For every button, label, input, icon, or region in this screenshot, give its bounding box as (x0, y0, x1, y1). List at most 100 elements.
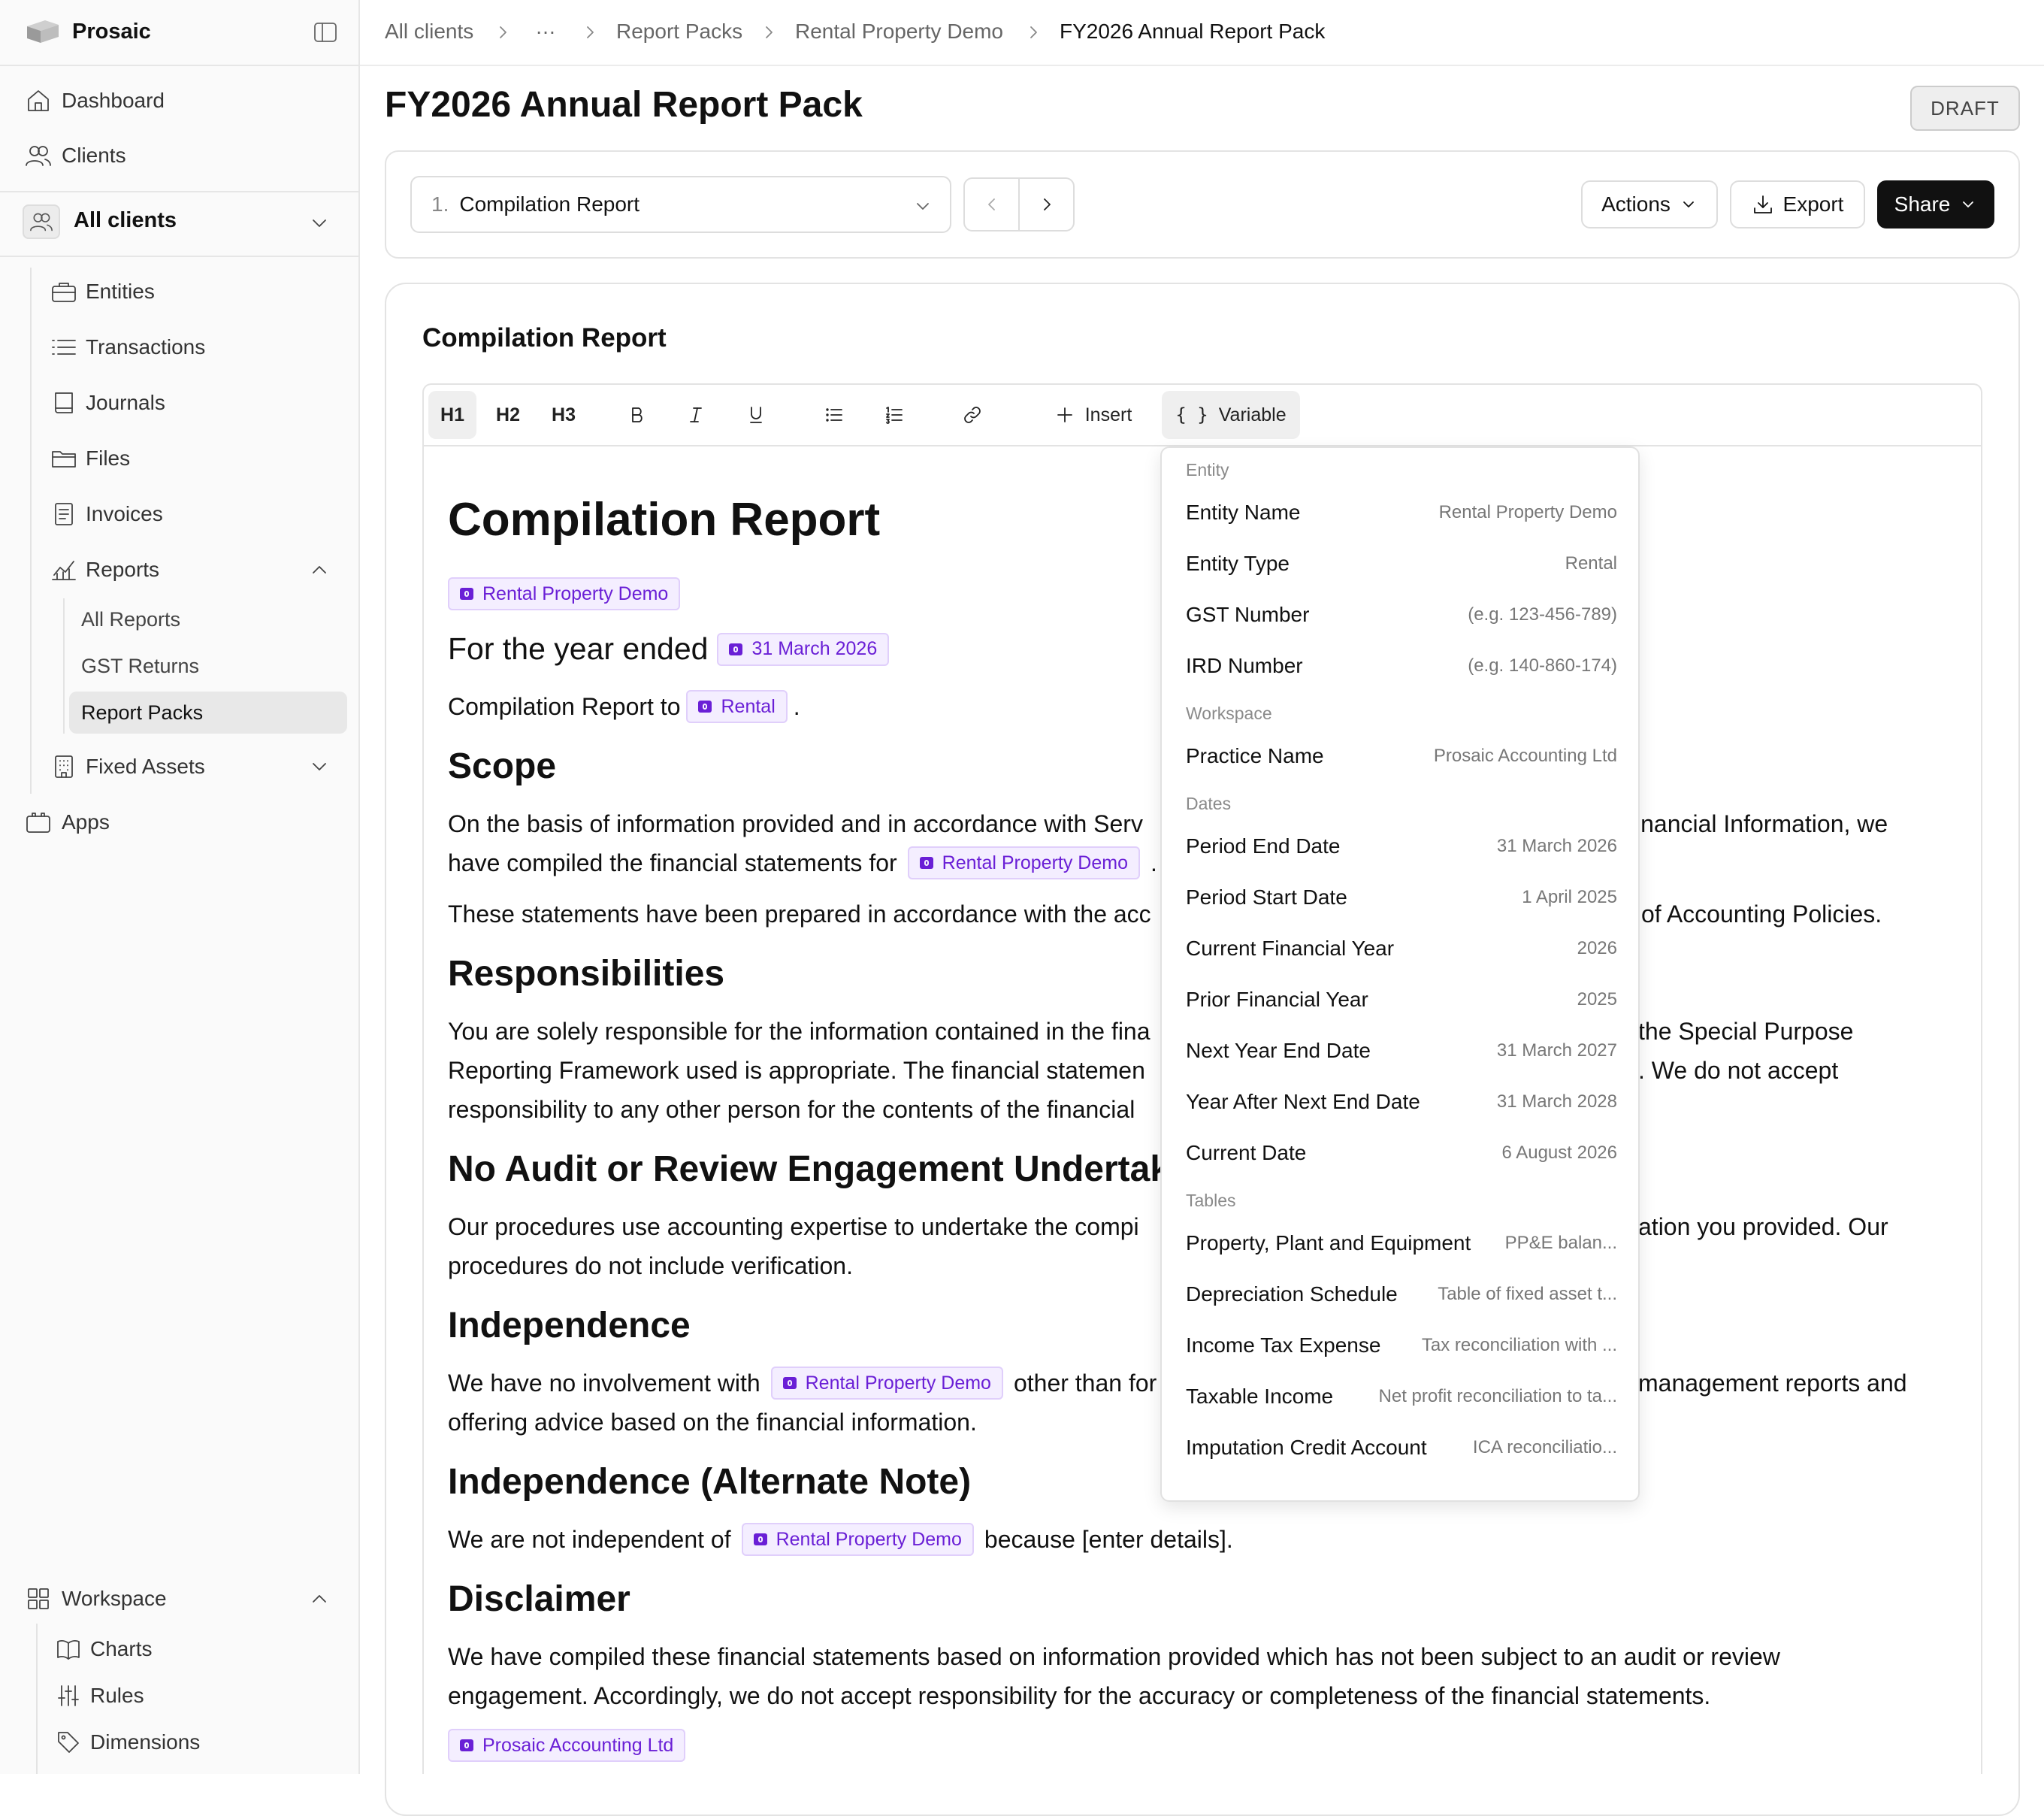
nav-fixed-assets[interactable]: Fixed Assets (50, 750, 205, 783)
variable-button[interactable]: { } Variable (1162, 391, 1300, 439)
breadcrumb-entity[interactable]: Rental Property Demo (795, 20, 1003, 44)
variable-option[interactable]: Practice Name Prosaic Accounting Ltd (1186, 737, 1617, 776)
nav-rules[interactable]: Rules (54, 1679, 144, 1712)
variable-icon (729, 643, 743, 655)
variable-option[interactable]: Entity Type Rental (1186, 544, 1617, 583)
bullet-list-icon (824, 404, 845, 425)
page-title: FY2026 Annual Report Pack (385, 85, 863, 125)
variable-option[interactable]: Taxable Income Net profit reconciliation … (1186, 1377, 1617, 1416)
chevron-right-icon (1036, 194, 1057, 215)
variable-option-value: (e.g. 123-456-789) (1468, 604, 1617, 625)
variable-option[interactable]: Year After Next End Date 31 March 2028 (1186, 1082, 1617, 1121)
nav-report-packs[interactable]: Report Packs (69, 692, 347, 734)
link-button[interactable] (951, 391, 993, 439)
nav-dimensions[interactable]: Dimensions (54, 1726, 200, 1759)
bullet-list-button[interactable] (813, 391, 855, 439)
share-button[interactable]: Share (1877, 180, 1994, 229)
nav-all-reports[interactable]: All Reports (69, 598, 347, 640)
breadcrumb-all-clients[interactable]: All clients (385, 20, 473, 44)
variable-option[interactable]: Prior Financial Year 2025 (1186, 980, 1617, 1019)
variable-group-heading: Dates (1186, 794, 1232, 813)
client-selector[interactable]: All clients (74, 208, 177, 233)
numbered-list-icon (884, 404, 905, 425)
variable-option[interactable]: IRD Number (e.g. 140-860-174) (1186, 646, 1617, 686)
next-report-button[interactable] (1020, 179, 1073, 230)
tag-icon (54, 1728, 83, 1757)
users-icon (24, 141, 53, 170)
variable-chip[interactable]: Rental Property Demo (741, 1523, 974, 1556)
variable-option-label: Entity Type (1186, 552, 1290, 575)
actions-button[interactable]: Actions (1581, 180, 1718, 229)
numbered-list-button[interactable] (873, 391, 915, 439)
breadcrumb-ellipsis[interactable]: … (535, 15, 556, 39)
variable-option[interactable]: Income Tax Expense Tax reconciliation wit… (1186, 1326, 1617, 1365)
variable-icon (460, 588, 473, 600)
variable-option-label: Period Start Date (1186, 885, 1347, 909)
export-label: Export (1782, 192, 1844, 216)
nav-files[interactable]: Files (50, 442, 130, 475)
variable-chip[interactable]: 31 March 2026 (717, 632, 890, 666)
chevron-down-icon[interactable] (308, 212, 331, 235)
variable-option[interactable]: Depreciation Schedule Table of fixed asse… (1186, 1275, 1617, 1314)
variable-option[interactable]: Current Date 6 August 2026 (1186, 1133, 1617, 1173)
nav-clients[interactable]: Clients (24, 139, 126, 172)
chevron-right-icon (493, 23, 513, 42)
apps-icon (24, 808, 53, 837)
variable-option[interactable]: Entity Name Rental Property Demo (1186, 493, 1617, 532)
variable-option[interactable]: Next Year End Date 31 March 2027 (1186, 1031, 1617, 1070)
insert-button[interactable]: Insert (1042, 391, 1145, 439)
variable-option-label: GST Number (1186, 603, 1310, 626)
nav-reports[interactable]: Reports (50, 553, 159, 586)
underline-button[interactable] (735, 391, 777, 439)
variable-chip[interactable]: Rental Property Demo (907, 846, 1140, 879)
variable-label: Variable (1218, 404, 1287, 425)
export-button[interactable]: Export (1730, 180, 1865, 229)
breadcrumb-report-packs[interactable]: Report Packs (616, 20, 742, 44)
variable-chip[interactable]: Rental Property Demo (770, 1367, 1003, 1400)
nav-apps[interactable]: Apps (24, 806, 110, 839)
variable-option[interactable]: Current Financial Year 2026 (1186, 929, 1617, 968)
heading-3-button[interactable]: H3 (540, 391, 588, 439)
nav-invoices[interactable]: Invoices (50, 498, 163, 531)
variable-icon (698, 701, 712, 713)
sidebar: Prosaic Dashboard Clients All clients En… (0, 0, 360, 1774)
chevron-down-icon[interactable] (308, 755, 331, 778)
chevron-right-icon (759, 23, 779, 42)
variable-option-value: Prosaic Accounting Ltd (1433, 746, 1617, 766)
variable-option[interactable]: GST Number (e.g. 123-456-789) (1186, 595, 1617, 634)
share-label: Share (1894, 192, 1951, 216)
previous-report-button[interactable] (965, 179, 1020, 230)
doc-text: We are not independent of (448, 1526, 731, 1553)
chevron-up-icon[interactable] (308, 558, 331, 581)
nav-dashboard[interactable]: Dashboard (24, 84, 165, 117)
nav-journals[interactable]: Journals (50, 386, 165, 419)
editor-toolbar: H1 H2 H3 Insert { } Variable (422, 383, 1982, 446)
variable-option-value: Rental (1565, 553, 1617, 574)
tree-line (36, 1624, 38, 1774)
variable-option[interactable]: Imputation Credit Account ICA reconciliat… (1186, 1428, 1617, 1467)
sidebar-toggle-icon[interactable] (313, 21, 340, 45)
nav-gst-returns[interactable]: GST Returns (69, 645, 347, 687)
doc-independence-alt-line: We are not independent of Rental Propert… (448, 1520, 1233, 1559)
variable-option[interactable]: Property, Plant and Equipment PP&E balan.… (1186, 1224, 1617, 1263)
doc-text: Compilation Report to (448, 693, 681, 720)
variable-option-value: 6 August 2026 (1501, 1143, 1617, 1163)
nav-workspace[interactable]: Workspace (24, 1582, 167, 1615)
nav-charts[interactable]: Charts (54, 1633, 152, 1666)
nav-transactions[interactable]: Transactions (50, 331, 205, 364)
doc-text: These statements have been prepared in a… (448, 900, 1151, 928)
italic-button[interactable] (675, 391, 717, 439)
heading-2-button[interactable]: H2 (484, 391, 532, 439)
nav-entities[interactable]: Entities (50, 275, 155, 308)
variable-option[interactable]: Period Start Date 1 April 2025 (1186, 878, 1617, 917)
bold-button[interactable] (616, 391, 658, 439)
variable-chip[interactable]: Rental Property Demo (448, 577, 681, 610)
report-select[interactable]: 1. Compilation Report (410, 176, 951, 233)
chevron-up-icon[interactable] (308, 1587, 331, 1610)
variable-chip[interactable]: Prosaic Accounting Ltd (448, 1729, 686, 1762)
heading-1-button[interactable]: H1 (428, 391, 476, 439)
brand[interactable]: Prosaic (24, 17, 151, 47)
variable-chip[interactable]: Rental (686, 690, 788, 723)
variable-chip-label: Rental Property Demo (805, 1373, 991, 1394)
variable-option[interactable]: Period End Date 31 March 2026 (1186, 827, 1617, 866)
